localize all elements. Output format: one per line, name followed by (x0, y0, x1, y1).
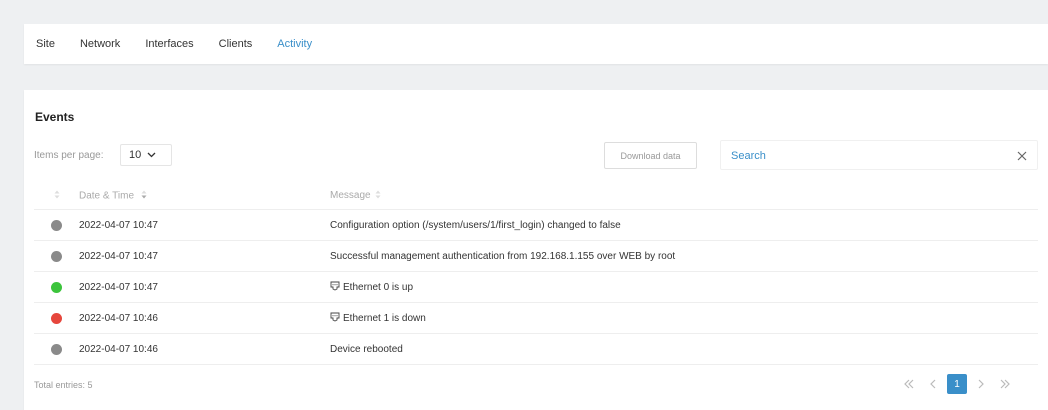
event-message: Successful management authentication fro… (330, 250, 676, 262)
table-row[interactable]: 2022-04-07 10:46 Device rebooted (34, 334, 1038, 365)
sort-icon (375, 190, 381, 202)
event-message: Ethernet 0 is up (343, 281, 414, 293)
events-table: Date & Time Message 2022-04-07 10:47 Con… (34, 182, 1038, 365)
event-message: Configuration option (/system/users/1/fi… (330, 219, 621, 231)
tab-activity[interactable]: Activity (277, 38, 312, 50)
items-per-page-value: 10 (129, 149, 142, 161)
event-date: 2022-04-07 10:47 (79, 281, 158, 293)
sort-icon (54, 190, 60, 202)
events-panel: Events Items per page: 10 Download data … (24, 90, 1048, 410)
status-dot (51, 312, 62, 324)
table-row[interactable]: 2022-04-07 10:47 Successful management a… (34, 241, 1038, 272)
last-page-icon[interactable] (995, 374, 1015, 394)
event-date: 2022-04-07 10:47 (79, 219, 158, 231)
ethernet-port-icon (330, 281, 340, 294)
event-date: 2022-04-07 10:46 (79, 312, 158, 324)
event-date: 2022-04-07 10:47 (79, 250, 158, 262)
close-icon[interactable] (1015, 149, 1029, 163)
search-box (720, 140, 1038, 170)
status-dot (51, 219, 62, 231)
event-date: 2022-04-07 10:46 (79, 343, 158, 355)
status-dot (51, 250, 62, 262)
event-message: Ethernet 1 is down (343, 312, 426, 324)
table-row[interactable]: 2022-04-07 10:47 Ethernet 0 is up (34, 272, 1038, 303)
message-column-header[interactable]: Message (330, 190, 1038, 202)
prev-page-icon[interactable] (923, 374, 943, 394)
status-dot (51, 281, 62, 293)
date-column-header[interactable]: Date & Time (79, 190, 330, 202)
date-column-label: Date & Time (79, 190, 135, 202)
tab-network[interactable]: Network (80, 38, 120, 50)
chevron-down-icon (147, 149, 156, 161)
download-data-button[interactable]: Download data (604, 142, 697, 169)
table-row[interactable]: 2022-04-07 10:46 Ethernet 1 is down (34, 303, 1038, 334)
events-title: Events (35, 110, 75, 124)
table-header: Date & Time Message (34, 182, 1038, 210)
search-input[interactable] (731, 147, 1001, 165)
status-dot (51, 343, 62, 355)
sort-icon (141, 190, 147, 202)
status-column-header[interactable] (34, 190, 79, 202)
items-per-page-label: Items per page: (34, 150, 104, 161)
total-entries: Total entries: 5 (34, 380, 93, 390)
event-message: Device rebooted (330, 343, 403, 355)
table-body: 2022-04-07 10:47 Configuration option (/… (34, 210, 1038, 365)
ethernet-port-icon (330, 312, 340, 325)
tab-interfaces[interactable]: Interfaces (145, 38, 193, 50)
top-tab-bar: Site Network Interfaces Clients Activity (24, 24, 1048, 64)
table-row[interactable]: 2022-04-07 10:47 Configuration option (/… (34, 210, 1038, 241)
next-page-icon[interactable] (971, 374, 991, 394)
pagination: 1 (899, 374, 1019, 394)
tab-clients[interactable]: Clients (219, 38, 253, 50)
message-column-label: Message (330, 190, 371, 201)
first-page-icon[interactable] (899, 374, 919, 394)
tab-site[interactable]: Site (36, 38, 55, 50)
items-per-page-select[interactable]: 10 (120, 144, 172, 166)
page-button-current[interactable]: 1 (947, 374, 967, 394)
